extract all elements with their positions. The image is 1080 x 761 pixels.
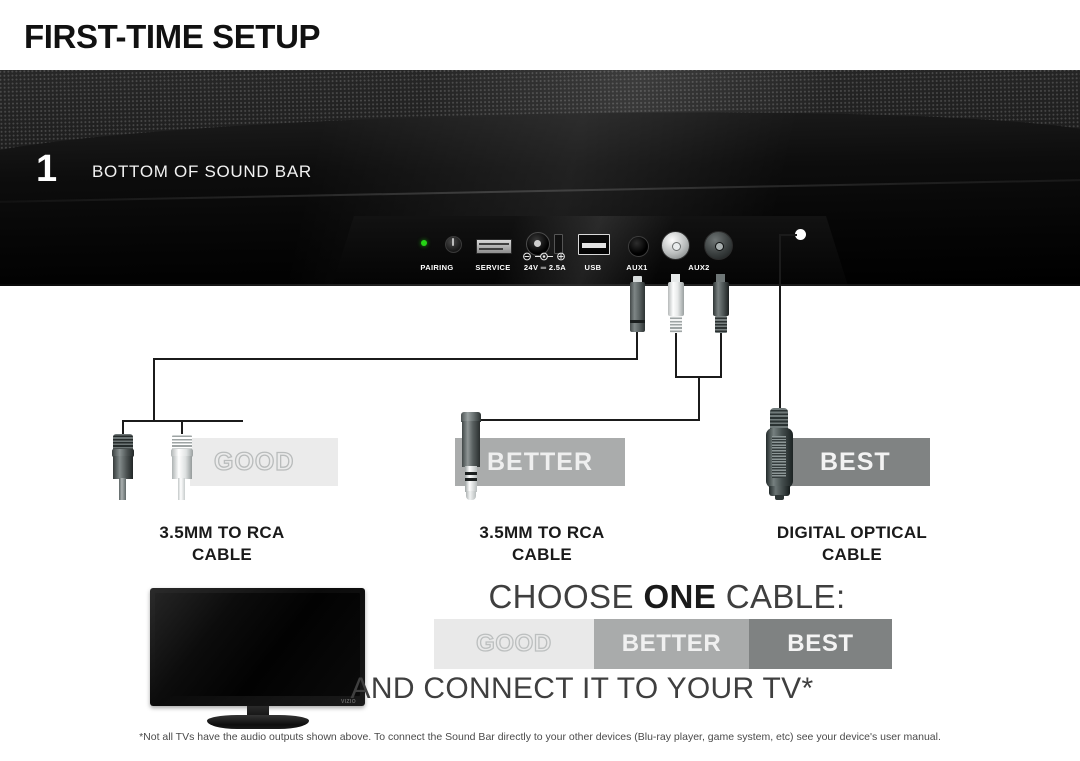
caption-good-line2: CABLE <box>191 544 253 564</box>
connect-instruction: AND CONNECT IT TO YOUR TV* <box>350 672 814 705</box>
step-label: BOTTOM OF SOUND BAR <box>92 162 312 181</box>
choose-emphasis: ONE <box>643 578 717 615</box>
choose-suffix: CABLE: <box>716 578 846 615</box>
caption-best-line1: DIGITAL OPTICAL <box>776 523 928 542</box>
wire-best-v1 <box>779 234 781 414</box>
badge-good: GOOD <box>190 438 338 486</box>
power-port-slot <box>554 234 563 254</box>
badge-best-label: BEST <box>820 447 891 476</box>
service-port-icon <box>476 239 512 254</box>
wire-good-split <box>153 420 243 422</box>
port-label-service: SERVICE <box>475 263 511 272</box>
setup-page: FIRST-TIME SETUP 1 BOTTOM OF SOUND BAR P… <box>0 0 1080 761</box>
page-title: FIRST-TIME SETUP <box>24 18 321 55</box>
choose-one-cable-heading: CHOOSE ONE CABLE: <box>432 578 902 616</box>
strip-segment-better: BETTER <box>594 619 749 669</box>
caption-good: 3.5MM TO RCA CABLE <box>92 522 352 566</box>
wire-better-v3 <box>698 376 700 421</box>
port-label-power: 24V ═ 2.5A <box>523 263 567 272</box>
footnote: *Not all TVs have the audio outputs show… <box>139 731 941 743</box>
step-number: 1 <box>36 148 58 190</box>
status-led-icon <box>421 240 427 246</box>
aux1-jack-icon <box>628 236 649 257</box>
wire-better-h1 <box>471 419 700 421</box>
wire-good-v2 <box>153 358 155 422</box>
dc-polarity-icon <box>523 252 565 261</box>
wire-better-v2 <box>720 333 722 378</box>
sound-bar-bottom-edge <box>0 284 1080 286</box>
caption-better-line1: 3.5MM TO RCA <box>479 523 605 542</box>
quality-strip: GOOD BETTER BEST <box>434 619 892 669</box>
strip-segment-good: GOOD <box>434 619 594 669</box>
badge-best: BEST <box>778 438 930 486</box>
badge-better: BETTER <box>455 438 625 486</box>
aux1-plug-body <box>630 282 645 332</box>
pairing-button[interactable] <box>445 236 462 253</box>
rca-dark-plug-body <box>713 282 729 316</box>
wire-good-h1 <box>153 358 638 360</box>
aux2-rca-right-icon <box>661 231 690 260</box>
port-label-aux2: AUX2 <box>688 263 710 272</box>
caption-better-line2: CABLE <box>511 544 573 564</box>
strip-segment-best: BEST <box>749 619 892 669</box>
rca-dark-plug-grip <box>715 316 727 333</box>
caption-best: DIGITAL OPTICAL CABLE <box>722 522 982 566</box>
rca-white-plug-grip <box>670 316 682 333</box>
badge-better-label: BETTER <box>487 447 593 476</box>
wire-good-split-left <box>122 420 155 422</box>
badge-good-label: GOOD <box>213 447 295 476</box>
usb-port-icon <box>578 234 610 255</box>
port-label-usb: USB <box>584 263 602 272</box>
caption-good-line1: 3.5MM TO RCA <box>159 523 285 542</box>
wire-better-v1 <box>675 333 677 378</box>
rca-white-plug-body <box>668 282 684 316</box>
port-label-aux1: AUX1 <box>626 263 648 272</box>
caption-better: 3.5MM TO RCA CABLE <box>412 522 672 566</box>
port-label-pairing: PAIRING <box>420 263 454 272</box>
wire-good-v1 <box>636 332 638 360</box>
choose-prefix: CHOOSE <box>488 578 644 615</box>
caption-best-line2: CABLE <box>821 544 883 564</box>
aux2-rca-left-icon <box>704 231 733 260</box>
wire-best-h1 <box>779 234 797 236</box>
tv-stand-base <box>207 715 309 729</box>
